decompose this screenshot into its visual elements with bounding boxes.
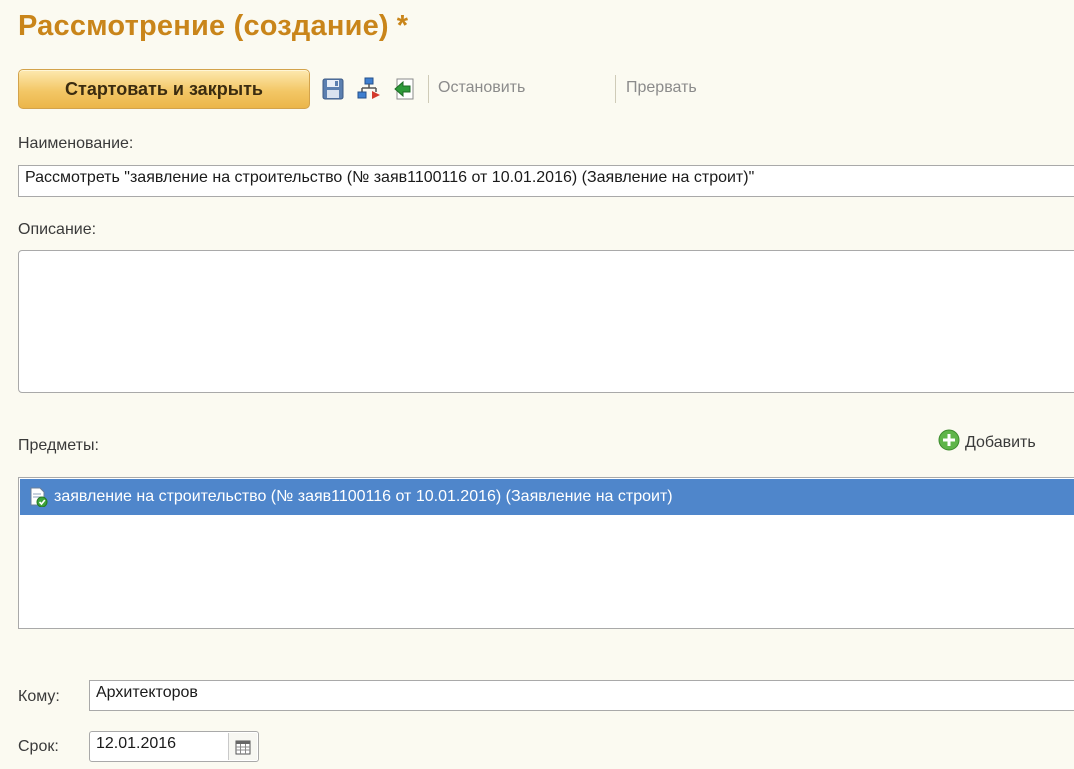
route-icon[interactable] (356, 76, 382, 102)
start-and-close-button[interactable]: Стартовать и закрыть (18, 69, 310, 109)
subjects-list[interactable]: заявление на строительство (№ заяв110011… (18, 477, 1074, 629)
form-title: Рассмотрение (создание) * (18, 10, 408, 43)
document-check-icon (28, 487, 48, 507)
name-label: Наименование: (18, 135, 134, 152)
name-field[interactable]: Рассмотреть "заявление на строительство … (18, 165, 1074, 197)
to-field[interactable]: Архитекторов (89, 680, 1074, 711)
stop-button[interactable]: Остановить (438, 79, 525, 97)
toolbar-separator (428, 75, 429, 103)
toolbar: Стартовать и закрыть Остановить Прервать (18, 69, 1058, 113)
back-icon[interactable] (392, 76, 418, 102)
calendar-icon[interactable] (228, 733, 257, 760)
to-label: Кому: (18, 688, 60, 705)
deadline-value: 12.01.2016 (96, 735, 177, 752)
list-item-label: заявление на строительство (№ заяв110011… (54, 488, 673, 505)
deadline-label: Срок: (18, 738, 59, 755)
toolbar-separator (615, 75, 616, 103)
add-subject-button[interactable]: Добавить (937, 428, 1036, 457)
save-icon[interactable] (320, 76, 346, 102)
modified-marker: * (396, 10, 409, 42)
add-icon (937, 428, 961, 457)
list-item[interactable]: заявление на строительство (№ заяв110011… (20, 479, 1074, 515)
description-label: Описание: (18, 221, 97, 238)
abort-button[interactable]: Прервать (626, 79, 697, 97)
subjects-label: Предметы: (18, 437, 99, 454)
add-label: Добавить (965, 433, 1036, 451)
description-textarea[interactable] (18, 250, 1074, 393)
form-title-text: Рассмотрение (создание) (18, 10, 389, 42)
